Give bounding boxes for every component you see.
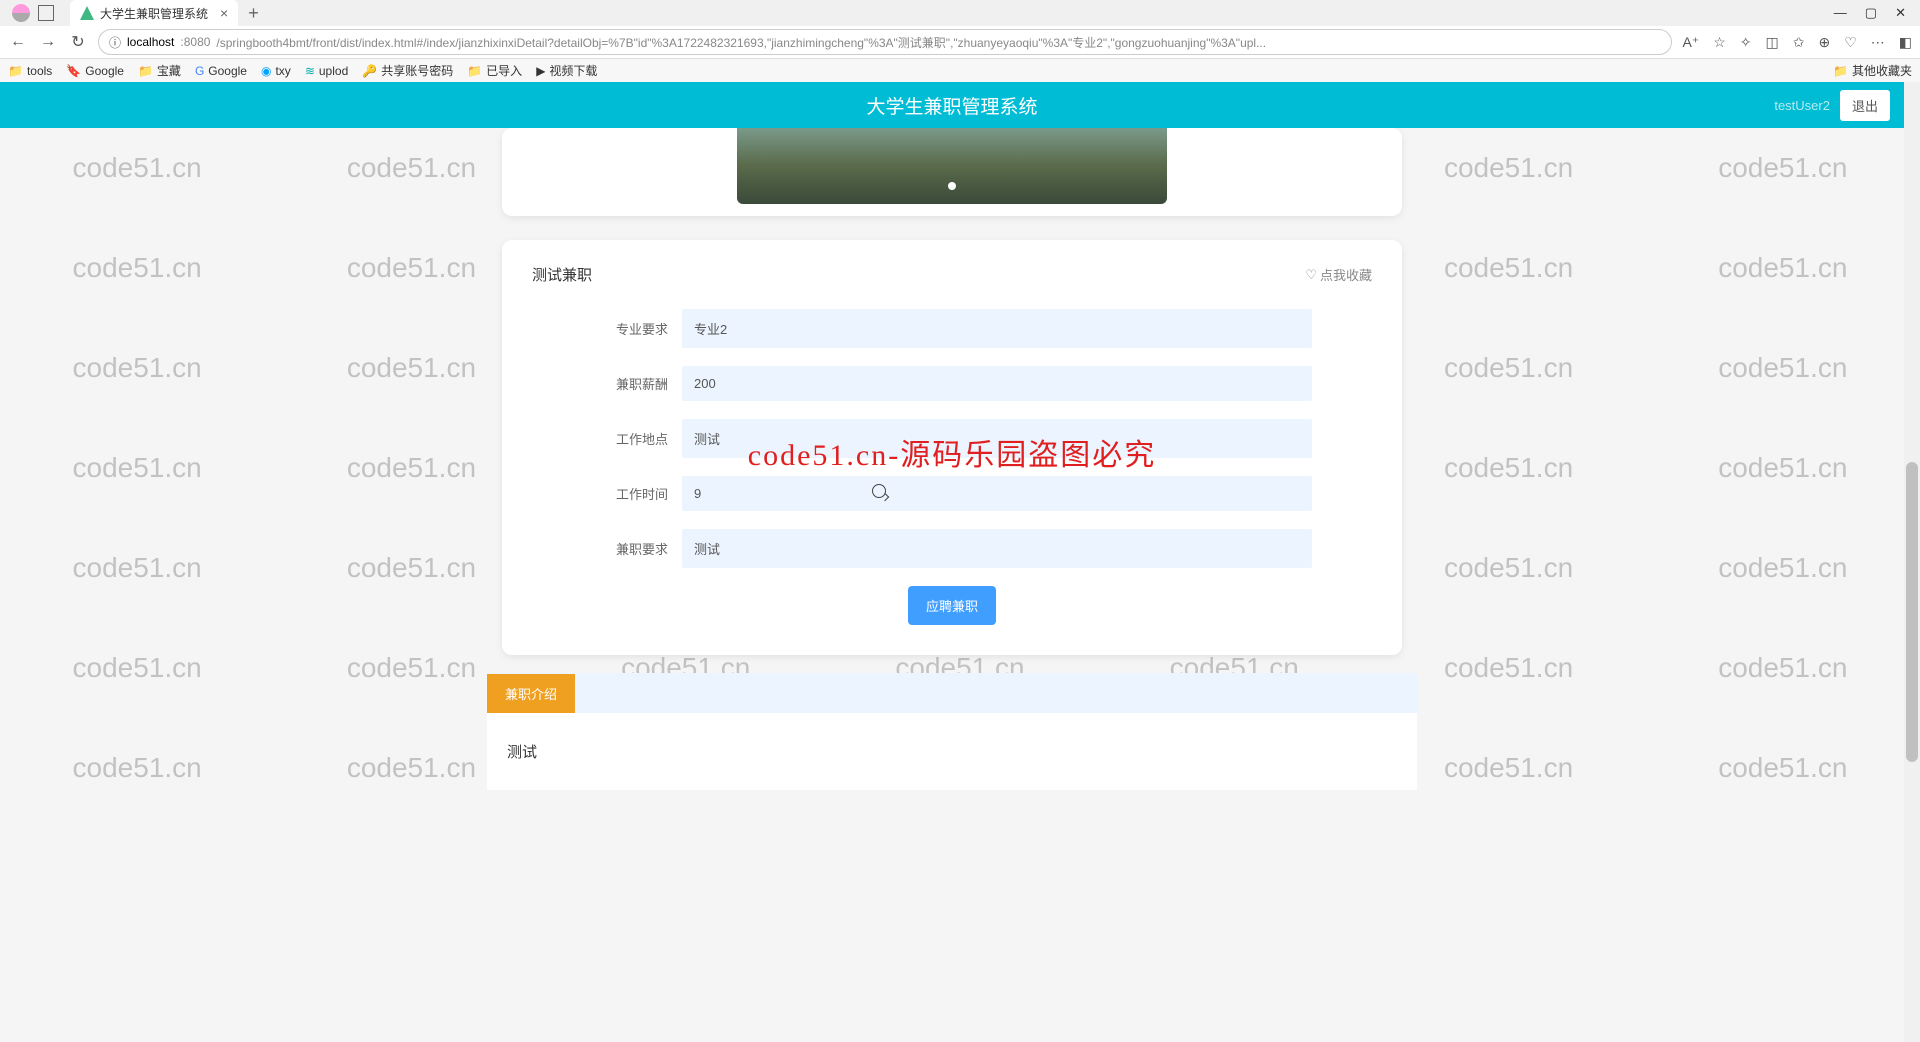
form-value: 9 (682, 476, 1312, 511)
favorites-icon[interactable]: ✩ (1793, 34, 1805, 51)
split-screen-icon[interactable]: ◫ (1766, 34, 1779, 51)
refresh-button[interactable]: ↻ (68, 32, 88, 52)
back-button[interactable]: ← (8, 33, 28, 51)
form-label: 工作地点 (592, 429, 682, 448)
form-value: 专业2 (682, 309, 1312, 348)
title-bar: 大学生兼职管理系统 × + — ▢ ✕ (0, 0, 1920, 26)
new-tab-button[interactable]: + (248, 3, 259, 24)
anti-theft-overlay: code51.cn-源码乐园盗图必究 (748, 430, 1156, 474)
bookmark-uplod[interactable]: ≋uplod (305, 64, 348, 78)
url-host: localhost (127, 35, 174, 49)
url-path: /springbooth4bmt/front/dist/index.html#/… (216, 34, 1266, 51)
tab-title: 大学生兼职管理系统 (100, 5, 208, 22)
detail-header: 测试兼职 ♡ 点我收藏 (532, 264, 1372, 285)
section-tabs: 兼职介绍 (487, 673, 1417, 713)
browser-chrome: 大学生兼职管理系统 × + — ▢ ✕ ← → ↻ ⓘ localhost :80… (0, 0, 1920, 82)
nav-bar: ← → ↻ ⓘ localhost :8080/springbooth4bmt/f… (0, 26, 1920, 58)
favorite-label: 点我收藏 (1320, 265, 1372, 284)
bookmark-imported[interactable]: 📁已导入 (467, 62, 522, 79)
other-bookmarks[interactable]: 📁其他收藏夹 (1833, 62, 1912, 79)
close-window-icon[interactable]: ✕ (1895, 5, 1906, 21)
browser-essentials-icon[interactable]: ♡ (1844, 34, 1857, 51)
page-body: 测试兼职 ♡ 点我收藏 专业要求专业2 兼职薪酬200 工作地点测试 工作时间9 兼职要… (0, 128, 1904, 810)
copilot-icon[interactable]: ◧ (1899, 34, 1912, 51)
logout-button[interactable]: 退出 (1840, 90, 1890, 121)
apply-button[interactable]: 应聘兼职 (908, 586, 996, 625)
hero-card (502, 128, 1402, 216)
form-row: 兼职要求测试 (592, 529, 1312, 568)
intro-section: 兼职介绍 测试 (487, 673, 1417, 790)
hero-carousel-image[interactable] (737, 128, 1167, 204)
address-bar[interactable]: ⓘ localhost :8080/springbooth4bmt/front/d… (98, 29, 1672, 55)
scrollbar-thumb[interactable] (1906, 462, 1918, 762)
browser-tab[interactable]: 大学生兼职管理系统 × (70, 0, 238, 26)
vertical-scrollbar[interactable] (1904, 82, 1920, 1042)
window-controls: — ▢ ✕ (1834, 5, 1916, 21)
app-title: 大学生兼职管理系统 (866, 92, 1037, 119)
site-info-icon[interactable]: ⓘ (109, 34, 121, 51)
bookmark-share-account[interactable]: 🔑共享账号密码 (362, 62, 453, 79)
more-icon[interactable]: ⋯ (1871, 34, 1885, 51)
bookmark-google[interactable]: 🔖Google (66, 64, 124, 78)
read-aloud-icon[interactable]: A⁺ (1682, 34, 1699, 51)
detail-card: 测试兼职 ♡ 点我收藏 专业要求专业2 兼职薪酬200 工作地点测试 工作时间9 兼职要… (502, 240, 1402, 655)
form-label: 工作时间 (592, 484, 682, 503)
form-row: 兼职薪酬200 (592, 366, 1312, 401)
minimize-icon[interactable]: — (1834, 5, 1847, 21)
user-area: testUser2 退出 (1774, 90, 1890, 121)
toolbar-icons: A⁺ ☆ ✧ ◫ ✩ ⊕ ♡ ⋯ ◧ (1682, 34, 1912, 51)
app-viewport: 大学生兼职管理系统 testUser2 退出 测试兼职 ♡ 点我收藏 专业要求专… (0, 82, 1904, 1042)
form-value: 测试 (682, 529, 1312, 568)
tab-intro[interactable]: 兼职介绍 (487, 674, 575, 713)
carousel-indicator-icon[interactable] (948, 182, 956, 190)
form-label: 兼职薪酬 (592, 374, 682, 393)
favorite-star-icon[interactable]: ☆ (1713, 34, 1726, 51)
bookmark-video-download[interactable]: ▶视频下载 (536, 62, 597, 79)
form-row: 专业要求专业2 (592, 309, 1312, 348)
profile-avatar-icon[interactable] (12, 4, 30, 22)
close-tab-icon[interactable]: × (220, 5, 228, 21)
form-row: 工作时间9 (592, 476, 1312, 511)
form-label: 兼职要求 (592, 539, 682, 558)
bookmark-tools[interactable]: 📁tools (8, 64, 52, 78)
username-label: testUser2 (1774, 98, 1830, 113)
forward-button[interactable]: → (38, 33, 58, 51)
form-value: 200 (682, 366, 1312, 401)
bookmarks-bar: 📁tools 🔖Google 📁宝藏 GGoogle ◉txy ≋uplod 🔑… (0, 58, 1920, 82)
maximize-icon[interactable]: ▢ (1865, 5, 1877, 21)
url-port: :8080 (180, 35, 210, 49)
form-label: 专业要求 (592, 319, 682, 338)
vue-favicon-icon (80, 6, 94, 20)
favorite-link[interactable]: ♡ 点我收藏 (1305, 265, 1372, 284)
tab-actions-icon[interactable] (38, 5, 54, 21)
bookmark-txy[interactable]: ◉txy (261, 64, 291, 78)
detail-title: 测试兼职 (532, 264, 592, 285)
collections-icon[interactable]: ⊕ (1818, 34, 1830, 51)
extensions-icon[interactable]: ✧ (1740, 34, 1752, 51)
bookmark-google2[interactable]: GGoogle (195, 64, 247, 78)
app-header: 大学生兼职管理系统 testUser2 退出 (0, 82, 1904, 128)
bookmark-baozang[interactable]: 📁宝藏 (138, 62, 181, 79)
intro-content: 测试 (487, 713, 1417, 790)
heart-icon: ♡ (1305, 267, 1317, 283)
